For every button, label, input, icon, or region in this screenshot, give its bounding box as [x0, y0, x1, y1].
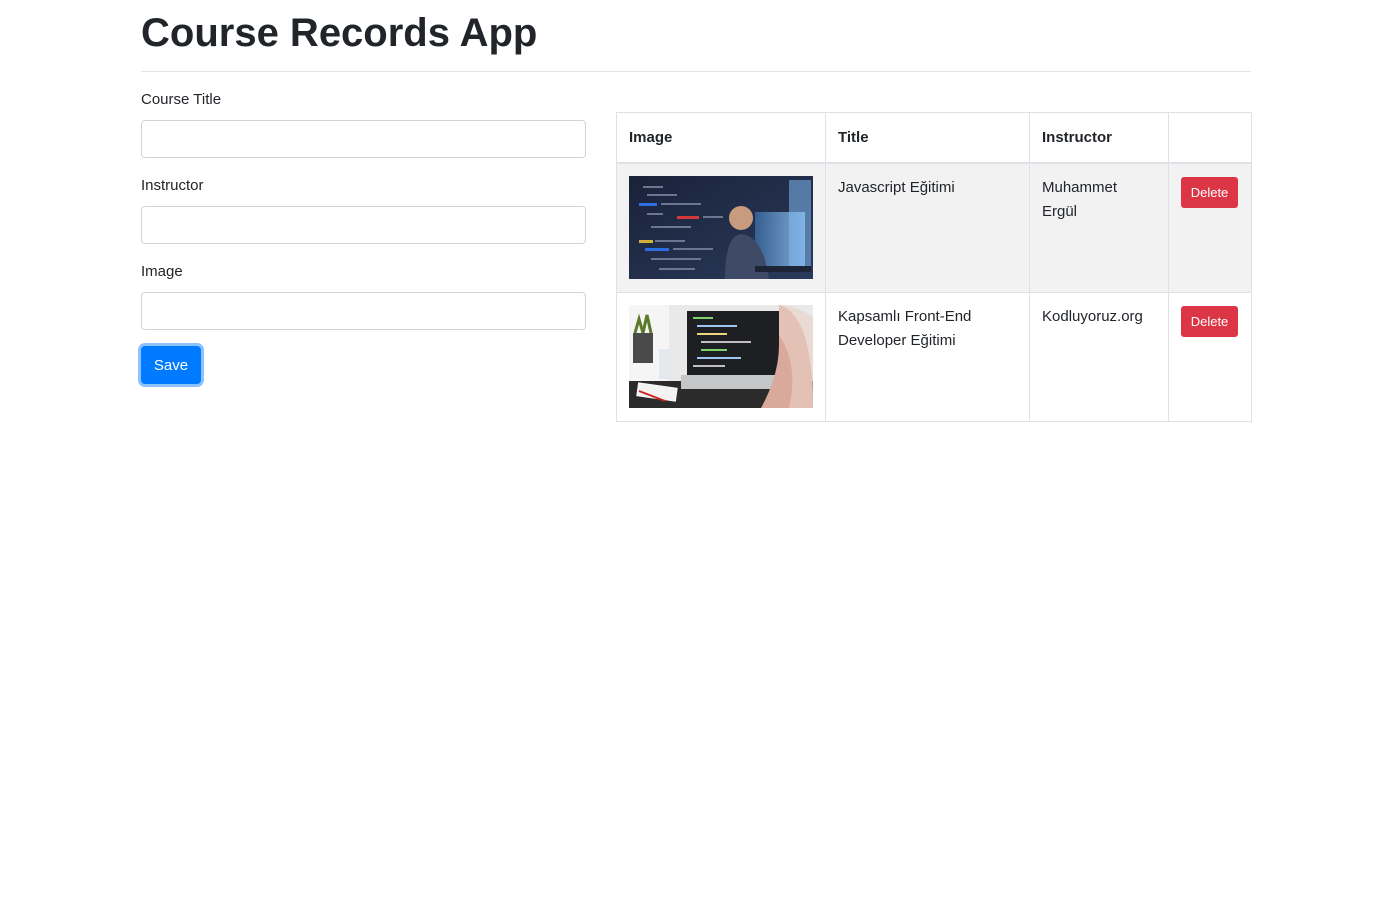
course-title-input[interactable]: [141, 120, 586, 158]
table-cell-title: Javascript Eğitimi: [825, 162, 1030, 293]
course-image-laptop-code: [629, 304, 813, 408]
header-image: Image: [616, 112, 826, 164]
table-cell-title: Kapsamlı Front-End Developer Eğitimi: [825, 291, 1030, 422]
table-cell-instructor: Kodluyoruz.org: [1029, 291, 1169, 422]
table-cell-instructor: Muhammet Ergül: [1029, 162, 1169, 293]
header-actions: [1168, 112, 1252, 164]
table-cell-image: [616, 162, 826, 293]
course-image-coding-developer: [629, 176, 813, 279]
title-divider: [141, 71, 1251, 72]
table-row: Javascript Eğitimi Muhammet Ergül Delete: [616, 162, 1252, 293]
instructor-input[interactable]: [141, 206, 586, 244]
instructor-label: Instructor: [141, 177, 204, 194]
table-cell-actions: Delete: [1168, 162, 1252, 293]
table-row: Kapsamlı Front-End Developer Eğitimi Kod…: [616, 291, 1252, 422]
table-header-row: Image Title Instructor: [616, 112, 1252, 164]
delete-button[interactable]: Delete: [1181, 305, 1238, 337]
image-input[interactable]: [141, 292, 586, 330]
page-title: Course Records App: [141, 11, 538, 55]
table-cell-image: [616, 291, 826, 422]
header-title: Title: [825, 112, 1030, 164]
header-instructor: Instructor: [1029, 112, 1169, 164]
save-button[interactable]: Save: [141, 346, 201, 384]
delete-button[interactable]: Delete: [1181, 177, 1238, 208]
course-title-label: Course Title: [141, 91, 222, 108]
table-cell-actions: Delete: [1168, 291, 1252, 422]
course-table-wrapper: Image Title Instructor Javascript Eğitim…: [616, 112, 1252, 422]
image-label: Image: [141, 263, 183, 280]
course-table: Image Title Instructor Javascript Eğitim…: [616, 112, 1252, 422]
